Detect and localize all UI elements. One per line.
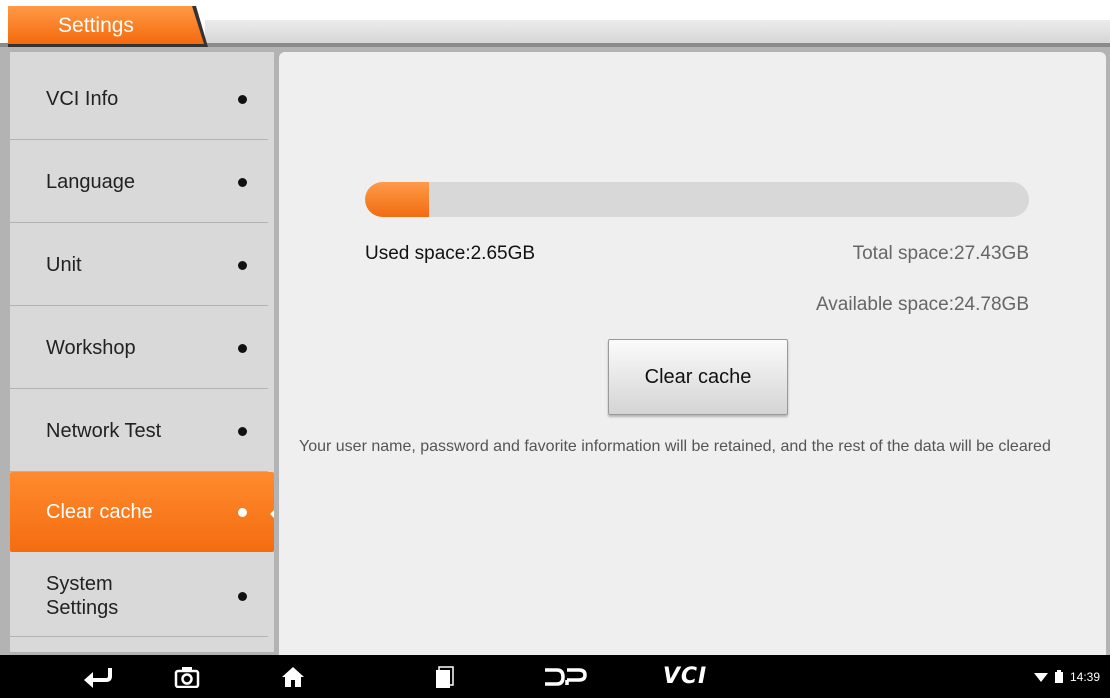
screenshot-button[interactable] <box>162 655 212 698</box>
sidebar-item-label: Clear cache <box>46 501 153 523</box>
total-space-text: Total space:27.43GB <box>852 243 1029 264</box>
vci-button[interactable]: VCI <box>650 655 720 698</box>
bullet-icon <box>238 260 247 270</box>
header-strip <box>205 20 1110 43</box>
sidebar-divider <box>10 388 268 389</box>
sidebar-divider <box>10 636 268 637</box>
available-space-text: Available space:24.78GB <box>815 294 1029 315</box>
bullet-icon <box>238 507 247 517</box>
sidebar-item-label: Unit <box>46 254 82 276</box>
vci-icon: VCI <box>662 664 708 689</box>
bullet-icon <box>238 94 247 104</box>
bullet-icon <box>238 177 247 187</box>
sidebar-item-system-settings[interactable]: System Settings <box>10 555 274 637</box>
recent-apps-button[interactable] <box>420 655 470 698</box>
sidebar-item-label: Workshop <box>46 337 136 359</box>
sidebar-item-language[interactable]: Language <box>10 141 274 223</box>
dp-button[interactable] <box>530 655 600 698</box>
system-nav-bar: VCI 14:39 <box>0 655 1110 698</box>
back-button[interactable] <box>72 655 122 698</box>
used-space-text: Used space:2.65GB <box>365 243 536 264</box>
home-button[interactable] <box>268 655 318 698</box>
sidebar-divider <box>10 305 268 306</box>
sidebar-item-label: Language <box>46 171 135 193</box>
recent-apps-icon <box>436 665 454 688</box>
storage-usage-fill <box>365 182 430 217</box>
settings-title-tab: Settings <box>8 6 208 47</box>
back-icon <box>84 667 112 688</box>
page-title: Settings <box>58 14 134 37</box>
sidebar-item-network-test[interactable]: Network Test <box>10 390 274 472</box>
top-bar: Settings <box>0 0 1110 48</box>
sidebar-item-label: VCI Info <box>46 88 119 110</box>
camera-icon <box>174 666 200 688</box>
battery-icon <box>1054 669 1063 683</box>
clear-cache-note: Your user name, password and favorite in… <box>299 438 1051 455</box>
sidebar-item-label: System Settings <box>46 573 119 619</box>
status-area: 14:39 <box>1033 655 1100 698</box>
storage-usage-bar <box>365 182 1029 217</box>
sidebar-item-workshop[interactable]: Workshop <box>10 307 274 389</box>
dp-logo-icon <box>545 667 587 686</box>
sidebar-item-unit[interactable]: Unit <box>10 224 274 306</box>
home-icon <box>282 666 304 687</box>
clock-text: 14:39 <box>1069 669 1100 684</box>
selection-pointer-icon <box>270 509 274 519</box>
sidebar-divider <box>10 139 268 140</box>
clear-cache-panel: Used space:2.65GB Total space:27.43GB Av… <box>279 52 1106 655</box>
bullet-icon <box>238 343 247 353</box>
sidebar-divider <box>10 222 268 223</box>
clear-cache-button[interactable]: Clear cache <box>608 339 788 415</box>
sidebar-item-vci-info[interactable]: VCI Info <box>10 58 274 140</box>
bullet-icon <box>238 426 247 436</box>
sidebar-item-clear-cache[interactable]: Clear cache <box>10 472 274 552</box>
wifi-icon <box>1033 672 1048 682</box>
sidebar-item-label: Network Test <box>46 420 162 442</box>
settings-sidebar: VCI Info Language Unit Workshop Network … <box>10 52 274 652</box>
bullet-icon <box>238 591 247 601</box>
